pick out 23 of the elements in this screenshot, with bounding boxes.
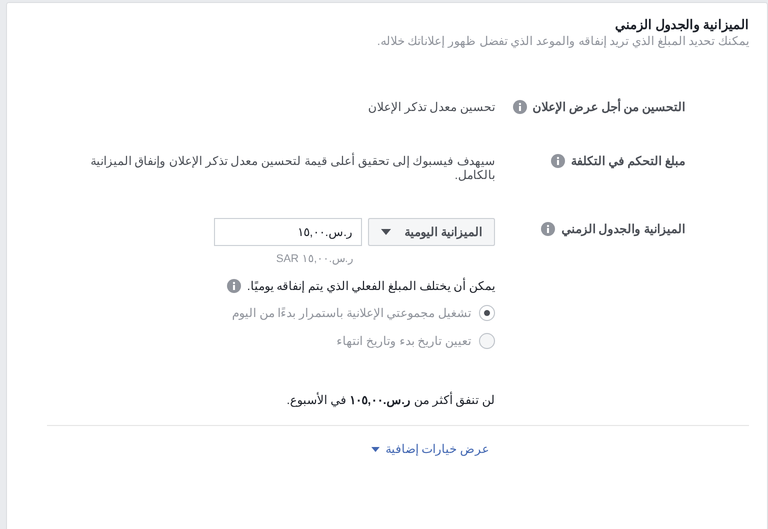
- info-icon[interactable]: [541, 222, 556, 236]
- caret-icon: [380, 229, 391, 235]
- schedule-option[interactable]: تشغيل مجموعتي الإعلانية باستمرار بدءًا من اليوم: [232, 305, 495, 321]
- field-value: تحسين معدل تذكر الإعلان: [368, 100, 495, 114]
- radio-button[interactable]: [479, 333, 495, 349]
- amount-hint: ر.س.١٥,٠٠ SAR: [276, 252, 353, 265]
- field-value: سيهدف فيسبوك إلى تحقيق أعلى قيمة لتحسين معدل تذكر الإعلان وإنفاق الميزانية بالكامل.: [89, 154, 495, 182]
- field-label: التحسين من أجل عرض الإعلان: [532, 100, 685, 114]
- info-icon[interactable]: [226, 279, 241, 293]
- more-options-link[interactable]: عرض خيارات إضافية: [371, 442, 489, 456]
- info-icon[interactable]: [512, 100, 527, 114]
- radio-button[interactable]: [479, 305, 495, 321]
- note-text: يمكن أن يختلف المبلغ الفعلي الذي يتم إنفاقه يوميًا.: [246, 279, 495, 293]
- budget-type-dropdown[interactable]: الميزانية اليومية: [368, 218, 495, 246]
- field-label: الميزانية والجدول الزمني: [561, 222, 685, 236]
- caret-icon: [371, 446, 380, 452]
- amount-field[interactable]: ر.س.١٥,٠٠: [214, 218, 362, 246]
- weekly-limit-text: لن تنفق أكثر من ر.س.١٠٥,٠٠ في الأسبوع.: [286, 393, 495, 407]
- info-icon[interactable]: [550, 154, 565, 168]
- field-label: مبلغ التحكم في التكلفة: [570, 154, 685, 168]
- schedule-option[interactable]: تعيين تاريخ بدء وتاريخ انتهاء: [336, 333, 495, 349]
- section-description: يمكنك تحديد المبلغ الذي تريد إنفاقه والموعد الذي تفضل ظهور إعلاناتك خلاله.: [376, 34, 749, 48]
- section-title: الميزانية والجدول الزمني: [614, 17, 749, 32]
